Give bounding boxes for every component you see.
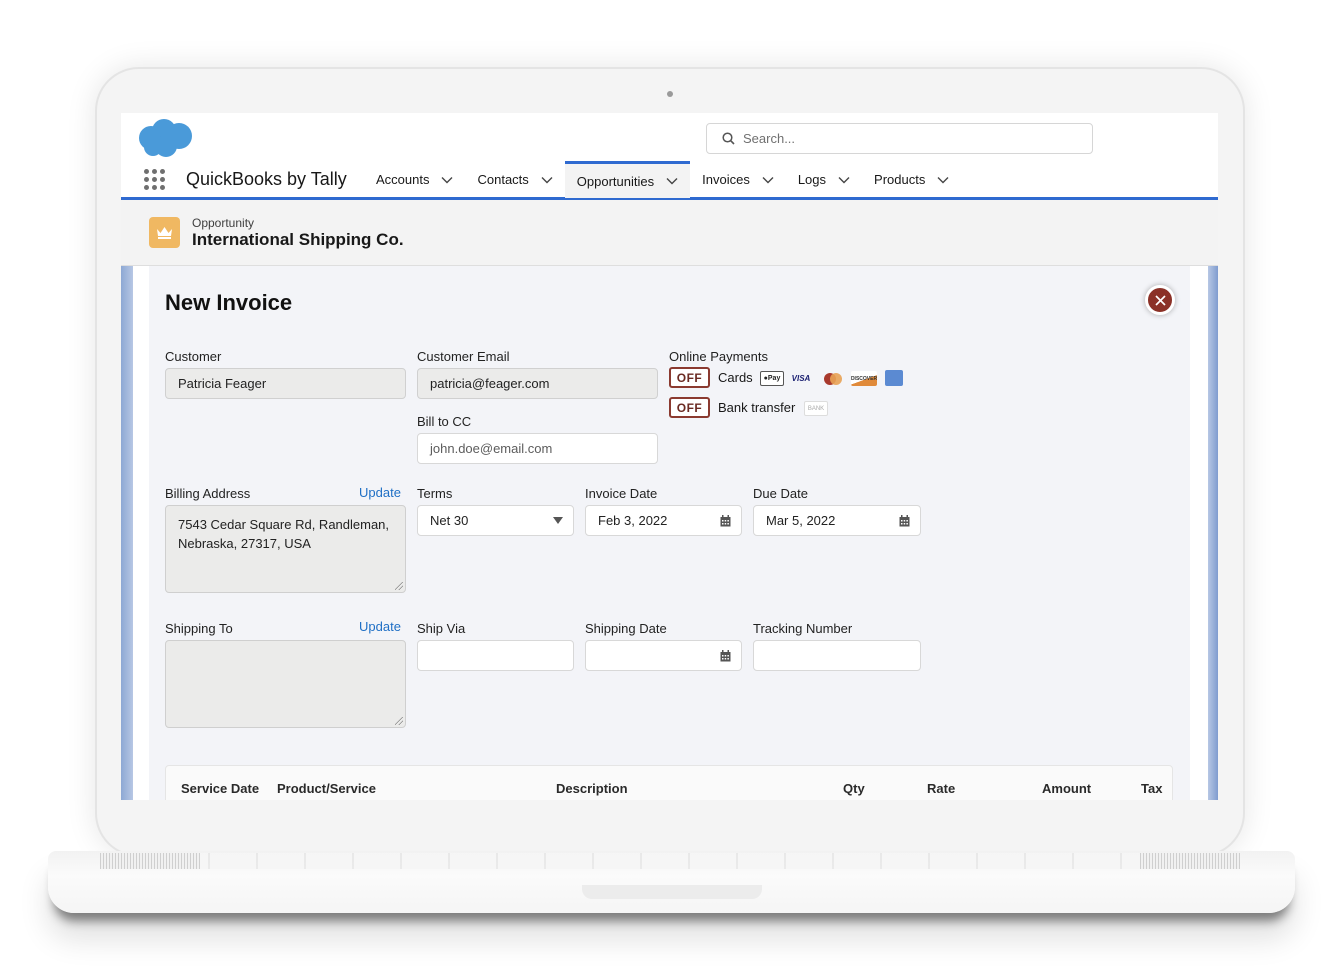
invoice-date-input[interactable]: Feb 3, 2022 xyxy=(585,505,742,536)
apple-pay-icon: ●Pay xyxy=(760,371,784,386)
chevron-down-icon[interactable] xyxy=(541,176,553,184)
record-type: Opportunity xyxy=(192,216,255,230)
close-icon xyxy=(1154,294,1166,306)
nav-item-label: Products xyxy=(874,172,926,187)
due-date-input[interactable]: Mar 5, 2022 xyxy=(753,505,921,536)
column-header-product-service[interactable]: Product/Service xyxy=(277,781,376,796)
customer-label: Customer xyxy=(165,349,222,364)
record-header: Opportunity International Shipping Co. xyxy=(121,200,1218,266)
shipping-to-textarea[interactable] xyxy=(165,640,406,728)
column-header-description[interactable]: Description xyxy=(556,781,628,796)
billing-address-value: 7543 Cedar Square Rd, Randleman, Nebrask… xyxy=(178,517,390,551)
calendar-icon[interactable] xyxy=(720,650,731,662)
bill-to-cc-input[interactable]: john.doe@email.com xyxy=(417,433,658,464)
nav-item-logs[interactable]: Logs xyxy=(786,161,862,198)
bill-to-cc-label: Bill to CC xyxy=(417,414,472,429)
calendar-icon[interactable] xyxy=(720,515,731,527)
billing-address-label: Billing Address xyxy=(165,486,251,501)
customer-email-label: Customer Email xyxy=(417,349,510,364)
chevron-down-icon[interactable] xyxy=(937,176,949,184)
terms-value: Net 30 xyxy=(430,513,469,528)
due-date-label: Due Date xyxy=(753,486,808,501)
amex-icon xyxy=(885,370,903,386)
resize-handle[interactable] xyxy=(395,582,403,590)
nav-item-label: Accounts xyxy=(376,172,430,187)
billing-address-update-link[interactable]: Update xyxy=(359,485,401,500)
line-items-table: Service Date Product/Service Description… xyxy=(165,765,1173,800)
new-invoice-modal: New Invoice Customer Patricia Feager Cus… xyxy=(149,266,1190,800)
customer-field[interactable]: Patricia Feager xyxy=(165,368,406,399)
bank-transfer-label: Bank transfer xyxy=(718,400,796,415)
terms-select[interactable]: Net 30 xyxy=(417,505,574,536)
bank-transfer-toggle[interactable]: OFF xyxy=(669,397,710,418)
trackpad-notch xyxy=(582,885,762,899)
billing-address-textarea[interactable]: 7543 Cedar Square Rd, Randleman, Nebrask… xyxy=(165,505,406,593)
nav-item-accounts[interactable]: Accounts xyxy=(364,161,465,198)
nav-item-label: Contacts xyxy=(477,172,529,187)
speaker-right xyxy=(1140,853,1240,869)
resize-handle[interactable] xyxy=(395,717,403,725)
cards-toggle[interactable]: OFF xyxy=(669,367,710,388)
shipping-date-label: Shipping Date xyxy=(585,621,667,636)
invoice-date-label: Invoice Date xyxy=(585,486,658,501)
visa-icon: VISA xyxy=(791,374,811,383)
column-header-rate[interactable]: Rate xyxy=(927,781,955,796)
customer-email-field[interactable]: patricia@feager.com xyxy=(417,368,658,399)
search-input[interactable] xyxy=(743,131,1073,146)
shipping-to-label: Shipping To xyxy=(165,621,233,636)
nav-item-opportunities[interactable]: Opportunities xyxy=(564,161,691,198)
global-header: QuickBooks by Tally Accounts Contacts Op… xyxy=(121,113,1218,200)
nav-item-label: Opportunities xyxy=(576,173,655,189)
ship-via-input[interactable] xyxy=(417,640,574,671)
speaker-left xyxy=(100,853,200,869)
chevron-down-icon[interactable] xyxy=(762,176,774,184)
nav-bar: Accounts Contacts Opportunities Invoices… xyxy=(364,161,961,200)
search-icon xyxy=(722,132,735,145)
modal-title: New Invoice xyxy=(165,290,293,315)
app-name: QuickBooks by Tally xyxy=(186,169,347,189)
shipping-date-input[interactable] xyxy=(585,640,742,671)
crown-icon xyxy=(149,217,180,248)
camera-icon xyxy=(667,91,673,97)
salesforce-cloud-logo[interactable] xyxy=(136,118,194,158)
modal-gutter xyxy=(133,266,149,800)
nav-item-products[interactable]: Products xyxy=(862,161,961,198)
mastercard-icon xyxy=(821,371,845,386)
invoice-date-value: Feb 3, 2022 xyxy=(598,513,668,528)
record-name: International Shipping Co. xyxy=(192,230,404,249)
nav-item-invoices[interactable]: Invoices xyxy=(690,161,786,198)
background-strip xyxy=(1208,266,1218,800)
column-header-service-date[interactable]: Service Date xyxy=(181,781,259,796)
chevron-down-icon[interactable] xyxy=(666,177,678,185)
tracking-number-label: Tracking Number xyxy=(753,621,853,636)
chevron-down-icon[interactable] xyxy=(838,176,850,184)
keyboard xyxy=(160,853,1180,869)
tracking-number-input[interactable] xyxy=(753,640,921,671)
app-launcher-icon[interactable] xyxy=(144,169,166,191)
terms-label: Terms xyxy=(417,486,453,501)
screen: QuickBooks by Tally Accounts Contacts Op… xyxy=(121,113,1218,800)
chevron-down-icon[interactable] xyxy=(441,176,453,184)
ship-via-label: Ship Via xyxy=(417,621,466,636)
shipping-to-update-link[interactable]: Update xyxy=(359,619,401,634)
discover-icon: DISCOVER xyxy=(851,371,877,386)
background-strip xyxy=(121,266,133,800)
due-date-value: Mar 5, 2022 xyxy=(766,513,836,528)
nav-item-label: Logs xyxy=(797,172,827,187)
online-payments-label: Online Payments xyxy=(669,349,768,364)
column-header-tax[interactable]: Tax xyxy=(1141,781,1162,796)
nav-item-contacts[interactable]: Contacts xyxy=(465,161,564,198)
column-header-qty[interactable]: Qty xyxy=(843,781,865,796)
calendar-icon[interactable] xyxy=(899,515,910,527)
global-search[interactable] xyxy=(706,123,1093,154)
dropdown-arrow-icon xyxy=(553,517,563,524)
bank-icon: BANK xyxy=(804,401,828,416)
nav-item-label: Invoices xyxy=(702,172,750,187)
close-button[interactable] xyxy=(1145,285,1175,315)
cards-label: Cards xyxy=(718,370,753,385)
column-header-amount[interactable]: Amount xyxy=(1042,781,1091,796)
